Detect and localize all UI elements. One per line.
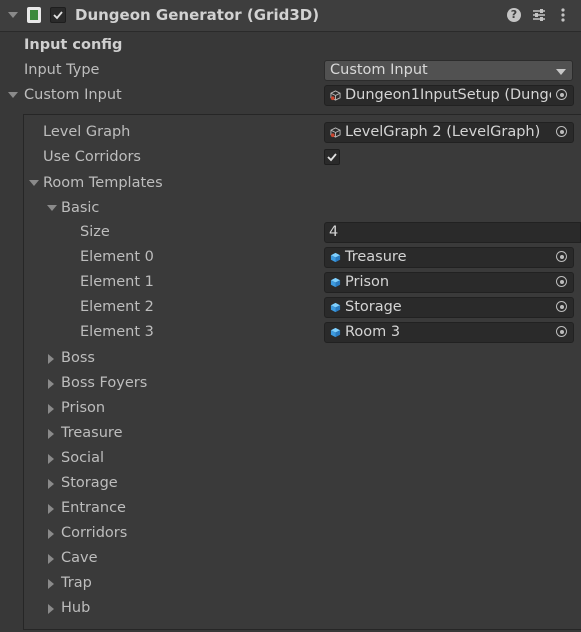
- group-foldout-arrow-icon[interactable]: [48, 604, 54, 614]
- size-value: 4: [329, 224, 339, 240]
- room-group-label[interactable]: Storage: [61, 475, 118, 491]
- check-icon: [327, 153, 337, 162]
- asset-icon: [330, 90, 341, 101]
- room-group-label[interactable]: Boss: [61, 350, 95, 366]
- size-input[interactable]: 4: [324, 222, 581, 243]
- element-label: Element 1: [80, 274, 154, 290]
- component-foldout-arrow-icon[interactable]: [8, 12, 18, 18]
- enabled-checkbox[interactable]: [50, 7, 66, 23]
- element-object-field[interactable]: Storage: [324, 297, 574, 318]
- object-picker-icon[interactable]: [551, 273, 573, 292]
- group-foldout-arrow-icon[interactable]: [48, 354, 54, 364]
- custom-input-object-field[interactable]: Dungeon1InputSetup (Dunge: [324, 85, 574, 106]
- element-label: Element 0: [80, 249, 154, 265]
- size-label: Size: [80, 224, 110, 240]
- basic-foldout-arrow-icon[interactable]: [47, 205, 57, 211]
- group-foldout-arrow-icon[interactable]: [48, 529, 54, 539]
- group-foldout-arrow-icon[interactable]: [48, 429, 54, 439]
- room-group-label[interactable]: Cave: [61, 550, 98, 566]
- custom-input-panel: [23, 114, 581, 630]
- use-corridors-checkbox[interactable]: [324, 149, 340, 165]
- room-group-label[interactable]: Social: [61, 450, 104, 466]
- custom-input-label[interactable]: Custom Input: [24, 87, 122, 103]
- kebab-menu-icon[interactable]: [561, 8, 565, 26]
- room-group-label[interactable]: Prison: [61, 400, 105, 416]
- input-type-dropdown[interactable]: Custom Input: [324, 60, 573, 81]
- group-foldout-arrow-icon[interactable]: [48, 504, 54, 514]
- input-type-label: Input Type: [24, 62, 100, 78]
- group-foldout-arrow-icon[interactable]: [48, 404, 54, 414]
- object-picker-icon[interactable]: [551, 298, 573, 317]
- room-group-label[interactable]: Trap: [61, 575, 92, 591]
- group-foldout-arrow-icon[interactable]: [48, 554, 54, 564]
- room-template-cube-icon: [330, 327, 341, 338]
- room-templates-foldout-arrow-icon[interactable]: [29, 180, 39, 186]
- basic-label[interactable]: Basic: [61, 200, 99, 216]
- room-template-cube-icon: [330, 252, 341, 263]
- element-label: Element 2: [80, 299, 154, 315]
- element-value: Storage: [345, 299, 402, 315]
- check-icon: [53, 11, 63, 20]
- level-graph-object-field[interactable]: LevelGraph 2 (LevelGraph): [324, 122, 574, 143]
- group-foldout-arrow-icon[interactable]: [48, 479, 54, 489]
- element-object-field[interactable]: Prison: [324, 272, 574, 293]
- element-value: Room 3: [345, 324, 401, 340]
- element-value: Prison: [345, 274, 390, 290]
- component-title: Dungeon Generator (Grid3D): [75, 6, 320, 24]
- use-corridors-label: Use Corridors: [43, 149, 141, 165]
- element-object-field[interactable]: Room 3: [324, 322, 574, 343]
- group-foldout-arrow-icon[interactable]: [48, 579, 54, 589]
- help-icon[interactable]: ?: [507, 8, 521, 22]
- element-value: Treasure: [345, 249, 407, 265]
- script-icon: [27, 7, 41, 23]
- dropdown-caret-icon: [556, 69, 566, 75]
- object-picker-icon[interactable]: [551, 323, 573, 342]
- room-template-cube-icon: [330, 302, 341, 313]
- object-picker-icon[interactable]: [551, 86, 573, 105]
- asset-icon: [330, 127, 341, 138]
- custom-input-value: Dungeon1InputSetup (Dunge: [345, 87, 558, 103]
- group-foldout-arrow-icon[interactable]: [48, 379, 54, 389]
- level-graph-label: Level Graph: [43, 124, 131, 140]
- object-picker-icon[interactable]: [551, 123, 573, 142]
- room-group-label[interactable]: Entrance: [61, 500, 126, 516]
- element-label: Element 3: [80, 324, 154, 340]
- level-graph-value: LevelGraph 2 (LevelGraph): [345, 124, 541, 140]
- room-group-label[interactable]: Corridors: [61, 525, 127, 541]
- room-group-label[interactable]: Treasure: [61, 425, 122, 441]
- object-picker-icon[interactable]: [551, 248, 573, 267]
- element-object-field[interactable]: Treasure: [324, 247, 574, 268]
- custom-input-foldout-arrow-icon[interactable]: [8, 92, 18, 98]
- group-foldout-arrow-icon[interactable]: [48, 454, 54, 464]
- input-type-value: Custom Input: [330, 62, 428, 78]
- room-template-cube-icon: [330, 277, 341, 288]
- room-group-label[interactable]: Boss Foyers: [61, 375, 147, 391]
- room-templates-label[interactable]: Room Templates: [43, 175, 163, 191]
- preset-icon[interactable]: [532, 7, 546, 27]
- room-group-label[interactable]: Hub: [61, 600, 90, 616]
- input-config-heading: Input config: [24, 37, 123, 53]
